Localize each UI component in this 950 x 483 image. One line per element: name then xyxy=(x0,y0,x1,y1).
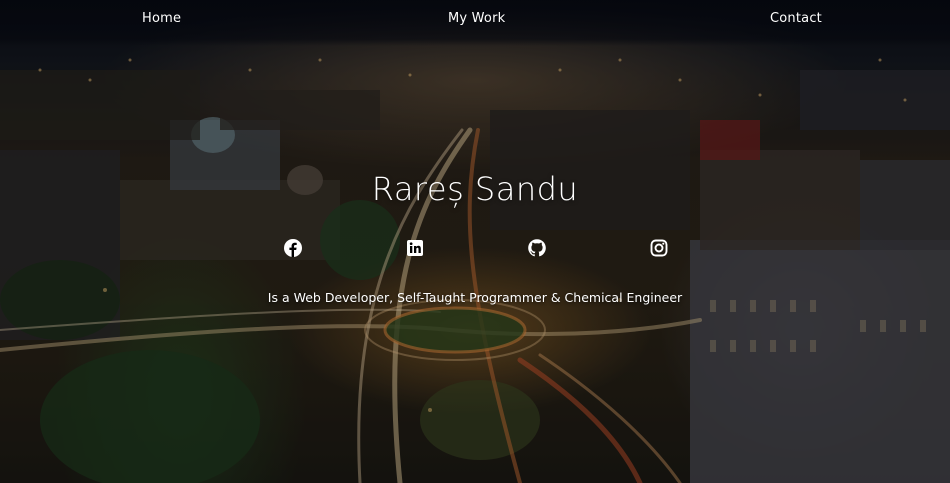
github-link[interactable] xyxy=(527,238,547,258)
linkedin-link[interactable] xyxy=(405,238,425,258)
instagram-icon xyxy=(650,239,668,257)
dark-overlay xyxy=(0,0,950,483)
nav-link-my-work[interactable]: My Work xyxy=(448,11,505,26)
github-icon xyxy=(528,239,546,257)
nav-link-home[interactable]: Home xyxy=(142,11,181,26)
instagram-link[interactable] xyxy=(649,238,669,258)
nav-link-contact[interactable]: Contact xyxy=(770,11,822,26)
hero-name-title: Rareș Sandu xyxy=(371,170,579,208)
hero-background-photo xyxy=(0,0,950,483)
facebook-icon xyxy=(284,239,302,257)
hero-tagline: Is a Web Developer, Self-Taught Programm… xyxy=(267,290,683,305)
facebook-link[interactable] xyxy=(283,238,303,258)
linkedin-icon xyxy=(407,240,423,256)
